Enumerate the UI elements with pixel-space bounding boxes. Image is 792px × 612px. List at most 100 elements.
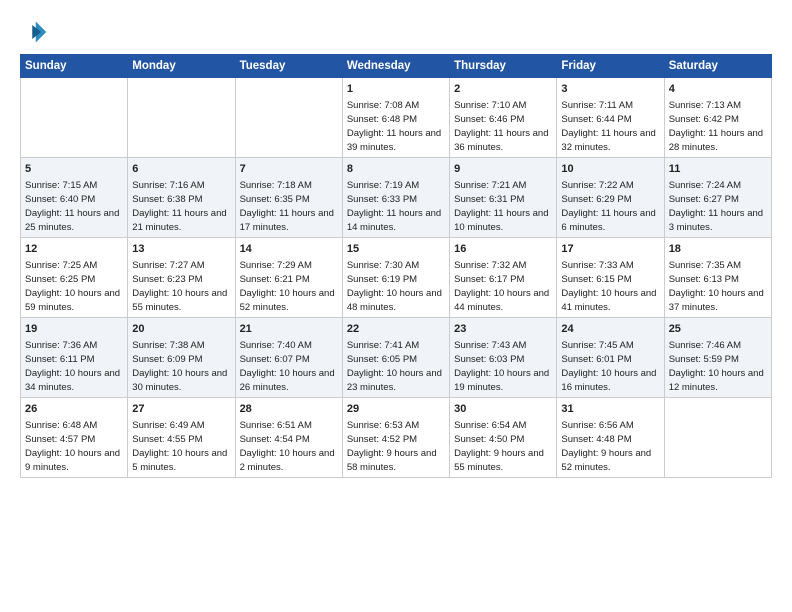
day-cell — [664, 398, 771, 478]
day-cell: 14Sunrise: 7:29 AMSunset: 6:21 PMDayligh… — [235, 238, 342, 318]
day-number: 6 — [132, 162, 230, 177]
day-cell: 29Sunrise: 6:53 AMSunset: 4:52 PMDayligh… — [342, 398, 449, 478]
day-cell: 10 Sunrise: 7:22 AMSunset: 6:29 PMDayligh… — [557, 158, 664, 238]
day-cell: 19 Sunrise: 7:36 AMSunset: 6:11 PMDayligh… — [21, 318, 128, 398]
day-number: 26 — [25, 402, 123, 417]
day-number: 11 — [669, 162, 767, 177]
logo — [20, 18, 52, 46]
day-cell: 6 Sunrise: 7:16 AMSunset: 6:38 PMDaylight… — [128, 158, 235, 238]
day-cell: 11 Sunrise: 7:24 AMSunset: 6:27 PMDayligh… — [664, 158, 771, 238]
cell-content: Sunrise: 7:19 AMSunset: 6:33 PMDaylight:… — [347, 180, 441, 232]
day-cell: 8 Sunrise: 7:19 AMSunset: 6:33 PMDaylight… — [342, 158, 449, 238]
day-number: 12 — [25, 242, 123, 257]
logo-icon — [20, 18, 48, 46]
day-number: 3 — [561, 82, 659, 97]
day-number: 17 — [561, 242, 659, 257]
day-number: 19 — [25, 322, 123, 337]
day-number: 8 — [347, 162, 445, 177]
cell-content: Sunrise: 7:27 AMSunset: 6:23 PMDaylight:… — [132, 260, 227, 312]
day-cell: 22 Sunrise: 7:41 AMSunset: 6:05 PMDayligh… — [342, 318, 449, 398]
day-number: 22 — [347, 322, 445, 337]
cell-content: Sunrise: 6:48 AMSunset: 4:57 PMDaylight:… — [25, 420, 120, 472]
day-number: 2 — [454, 82, 552, 97]
day-cell: 2 Sunrise: 7:10 AMSunset: 6:46 PMDaylight… — [450, 78, 557, 158]
col-header-sunday: Sunday — [21, 55, 128, 78]
cell-content: Sunrise: 6:56 AMSunset: 4:48 PMDaylight:… — [561, 420, 651, 472]
day-number: 9 — [454, 162, 552, 177]
day-number: 25 — [669, 322, 767, 337]
col-header-monday: Monday — [128, 55, 235, 78]
day-cell: 18 Sunrise: 7:35 AMSunset: 6:13 PMDayligh… — [664, 238, 771, 318]
day-number: 31 — [561, 402, 659, 417]
day-cell: 27 Sunrise: 6:49 AMSunset: 4:55 PMDayligh… — [128, 398, 235, 478]
day-cell: 28 Sunrise: 6:51 AMSunset: 4:54 PMDayligh… — [235, 398, 342, 478]
day-number: 15 — [347, 242, 445, 257]
cell-content: Sunrise: 7:36 AMSunset: 6:11 PMDaylight:… — [25, 340, 120, 392]
cell-content: Sunrise: 7:11 AMSunset: 6:44 PMDaylight:… — [561, 100, 655, 152]
day-cell: 13Sunrise: 7:27 AMSunset: 6:23 PMDayligh… — [128, 238, 235, 318]
cell-content: Sunrise: 6:54 AMSunset: 4:50 PMDaylight:… — [454, 420, 544, 472]
day-cell: 4 Sunrise: 7:13 AMSunset: 6:42 PMDaylight… — [664, 78, 771, 158]
cell-content: Sunrise: 7:38 AMSunset: 6:09 PMDaylight:… — [132, 340, 227, 392]
cell-content: Sunrise: 7:13 AMSunset: 6:42 PMDaylight:… — [669, 100, 763, 152]
col-header-friday: Friday — [557, 55, 664, 78]
cell-content: Sunrise: 7:41 AMSunset: 6:05 PMDaylight:… — [347, 340, 442, 392]
day-cell: 24Sunrise: 7:45 AMSunset: 6:01 PMDayligh… — [557, 318, 664, 398]
calendar-table: SundayMondayTuesdayWednesdayThursdayFrid… — [20, 54, 772, 478]
cell-content: Sunrise: 7:30 AMSunset: 6:19 PMDaylight:… — [347, 260, 442, 312]
day-cell: 9 Sunrise: 7:21 AMSunset: 6:31 PMDaylight… — [450, 158, 557, 238]
week-row-3: 12Sunrise: 7:25 AMSunset: 6:25 PMDayligh… — [21, 238, 772, 318]
cell-content: Sunrise: 7:32 AMSunset: 6:17 PMDaylight:… — [454, 260, 549, 312]
day-cell: 1Sunrise: 7:08 AMSunset: 6:48 PMDaylight… — [342, 78, 449, 158]
day-number: 18 — [669, 242, 767, 257]
day-cell: 31 Sunrise: 6:56 AMSunset: 4:48 PMDayligh… — [557, 398, 664, 478]
cell-content: Sunrise: 7:18 AMSunset: 6:35 PMDaylight:… — [240, 180, 334, 232]
day-number: 20 — [132, 322, 230, 337]
header — [20, 18, 772, 46]
day-cell: 16Sunrise: 7:32 AMSunset: 6:17 PMDayligh… — [450, 238, 557, 318]
cell-content: Sunrise: 6:53 AMSunset: 4:52 PMDaylight:… — [347, 420, 437, 472]
cell-content: Sunrise: 7:43 AMSunset: 6:03 PMDaylight:… — [454, 340, 549, 392]
day-cell — [128, 78, 235, 158]
week-row-5: 26 Sunrise: 6:48 AMSunset: 4:57 PMDayligh… — [21, 398, 772, 478]
day-number: 24 — [561, 322, 659, 337]
day-cell: 12Sunrise: 7:25 AMSunset: 6:25 PMDayligh… — [21, 238, 128, 318]
page: SundayMondayTuesdayWednesdayThursdayFrid… — [0, 0, 792, 612]
day-number: 28 — [240, 402, 338, 417]
week-row-2: 5Sunrise: 7:15 AMSunset: 6:40 PMDaylight… — [21, 158, 772, 238]
col-header-saturday: Saturday — [664, 55, 771, 78]
cell-content: Sunrise: 6:49 AMSunset: 4:55 PMDaylight:… — [132, 420, 227, 472]
day-number: 30 — [454, 402, 552, 417]
day-number: 21 — [240, 322, 338, 337]
day-number: 1 — [347, 82, 445, 97]
col-header-thursday: Thursday — [450, 55, 557, 78]
day-number: 10 — [561, 162, 659, 177]
cell-content: Sunrise: 7:24 AMSunset: 6:27 PMDaylight:… — [669, 180, 763, 232]
cell-content: Sunrise: 7:10 AMSunset: 6:46 PMDaylight:… — [454, 100, 548, 152]
cell-content: Sunrise: 7:29 AMSunset: 6:21 PMDaylight:… — [240, 260, 335, 312]
day-cell: 20 Sunrise: 7:38 AMSunset: 6:09 PMDayligh… — [128, 318, 235, 398]
cell-content: Sunrise: 7:16 AMSunset: 6:38 PMDaylight:… — [132, 180, 226, 232]
day-cell: 26 Sunrise: 6:48 AMSunset: 4:57 PMDayligh… — [21, 398, 128, 478]
day-number: 4 — [669, 82, 767, 97]
day-cell — [21, 78, 128, 158]
col-header-tuesday: Tuesday — [235, 55, 342, 78]
day-cell: 23 Sunrise: 7:43 AMSunset: 6:03 PMDayligh… — [450, 318, 557, 398]
cell-content: Sunrise: 7:46 AMSunset: 5:59 PMDaylight:… — [669, 340, 764, 392]
cell-content: Sunrise: 7:35 AMSunset: 6:13 PMDaylight:… — [669, 260, 764, 312]
cell-content: Sunrise: 7:33 AMSunset: 6:15 PMDaylight:… — [561, 260, 656, 312]
header-row: SundayMondayTuesdayWednesdayThursdayFrid… — [21, 55, 772, 78]
cell-content: Sunrise: 7:22 AMSunset: 6:29 PMDaylight:… — [561, 180, 655, 232]
day-number: 27 — [132, 402, 230, 417]
day-cell: 15 Sunrise: 7:30 AMSunset: 6:19 PMDayligh… — [342, 238, 449, 318]
cell-content: Sunrise: 7:21 AMSunset: 6:31 PMDaylight:… — [454, 180, 548, 232]
day-cell: 21 Sunrise: 7:40 AMSunset: 6:07 PMDayligh… — [235, 318, 342, 398]
day-cell — [235, 78, 342, 158]
week-row-4: 19 Sunrise: 7:36 AMSunset: 6:11 PMDayligh… — [21, 318, 772, 398]
day-cell: 30 Sunrise: 6:54 AMSunset: 4:50 PMDayligh… — [450, 398, 557, 478]
cell-content: Sunrise: 6:51 AMSunset: 4:54 PMDaylight:… — [240, 420, 335, 472]
day-number: 7 — [240, 162, 338, 177]
cell-content: Sunrise: 7:15 AMSunset: 6:40 PMDaylight:… — [25, 180, 119, 232]
cell-content: Sunrise: 7:40 AMSunset: 6:07 PMDaylight:… — [240, 340, 335, 392]
day-number: 23 — [454, 322, 552, 337]
